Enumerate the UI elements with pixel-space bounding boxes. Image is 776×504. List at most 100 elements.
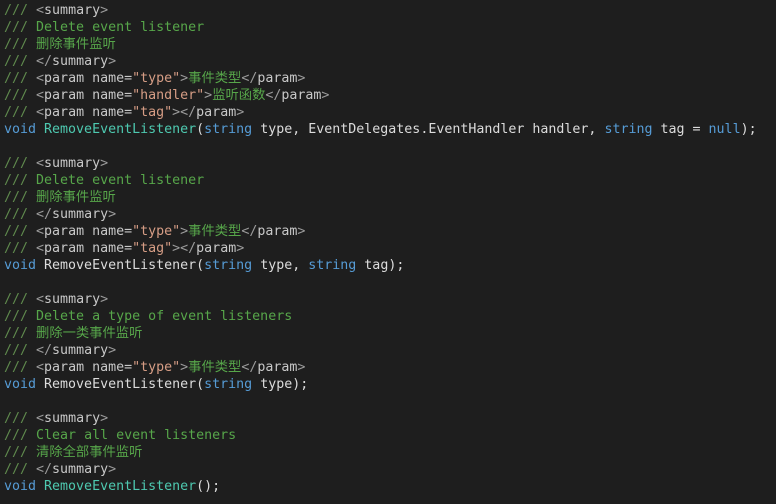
xml-tag-bracket: </	[265, 88, 282, 103]
xml-attribute-value: "handler"	[132, 88, 205, 103]
comment-text: 删除事件监听	[36, 37, 116, 52]
xml-tag-name: param name=	[44, 71, 133, 86]
xml-tag-bracket: >	[180, 71, 189, 86]
xml-tag-name: param name=	[44, 360, 133, 375]
code-line: void RemoveEventListener(string type, st…	[4, 257, 776, 274]
keyword: string	[308, 258, 357, 273]
code-line: void RemoveEventListener();	[4, 478, 776, 495]
method-name-highlight: RemoveEventListener	[44, 479, 197, 494]
xml-tag-bracket: </	[36, 54, 53, 69]
code-text: type,	[252, 258, 309, 273]
xml-attribute-value: "type"	[132, 71, 181, 86]
code-line: /// <summary>	[4, 155, 776, 172]
doc-comment-prefix: ///	[4, 343, 37, 358]
doc-comment-prefix: ///	[4, 360, 37, 375]
punctuation: );	[740, 122, 757, 137]
xml-tag-name: param name=	[44, 224, 133, 239]
xml-tag-name: summary	[44, 156, 101, 171]
code-line: /// </summary>	[4, 53, 776, 70]
doc-comment-prefix: ///	[4, 71, 37, 86]
xml-tag-bracket: <	[36, 156, 45, 171]
code-line: /// <param name="type">事件类型</param>	[4, 359, 776, 376]
keyword: void	[4, 122, 45, 137]
xml-tag-name: summary	[52, 462, 109, 477]
comment-text: 删除事件监听	[36, 190, 116, 205]
xml-tag-bracket: >	[204, 88, 213, 103]
comment-text: Delete event listener	[36, 20, 205, 35]
code-line: /// Delete event listener	[4, 19, 776, 36]
code-text: type	[252, 377, 293, 392]
code-text: RemoveEventListener	[44, 258, 197, 273]
doc-comment-prefix: ///	[4, 428, 37, 443]
xml-attribute-value: "type"	[132, 224, 181, 239]
doc-comment-prefix: ///	[4, 156, 37, 171]
code-line: /// 删除一类事件监听	[4, 325, 776, 342]
xml-tag-bracket: ></	[172, 241, 197, 256]
code-text: tag =	[652, 122, 709, 137]
xml-tag-bracket: >	[297, 360, 306, 375]
xml-tag-bracket: </	[241, 224, 258, 239]
doc-comment-prefix: ///	[4, 88, 37, 103]
code-line: /// Clear all event listeners	[4, 427, 776, 444]
xml-attribute-value: "type"	[132, 360, 181, 375]
doc-comment-prefix: ///	[4, 190, 37, 205]
doc-comment-prefix: ///	[4, 54, 37, 69]
xml-tag-bracket: >	[236, 241, 245, 256]
code-text: type, EventDelegates.EventHandler handle…	[252, 122, 605, 137]
xml-tag-name: param name=	[44, 88, 133, 103]
xml-tag-bracket: >	[108, 462, 117, 477]
code-line: /// </summary>	[4, 206, 776, 223]
code-line: /// <param name="tag"></param>	[4, 240, 776, 257]
xml-tag-name: summary	[52, 54, 109, 69]
xml-tag-name: param	[196, 105, 237, 120]
xml-tag-bracket: <	[36, 292, 45, 307]
xml-tag-bracket: </	[36, 462, 53, 477]
punctuation: ();	[196, 479, 221, 494]
xml-attribute-value: "tag"	[132, 105, 173, 120]
xml-tag-bracket: >	[180, 224, 189, 239]
code-text: RemoveEventListener	[44, 377, 197, 392]
keyword: null	[708, 122, 741, 137]
comment-text: 事件类型	[188, 360, 242, 375]
xml-tag-bracket: </	[241, 360, 258, 375]
comment-text: 监听函数	[212, 88, 266, 103]
doc-comment-prefix: ///	[4, 462, 37, 477]
xml-tag-bracket: >	[100, 411, 109, 426]
xml-tag-bracket: >	[180, 360, 189, 375]
xml-tag-bracket: >	[297, 71, 306, 86]
doc-comment-prefix: ///	[4, 241, 37, 256]
xml-tag-bracket: <	[36, 241, 45, 256]
xml-tag-name: param name=	[44, 105, 133, 120]
code-line: /// 删除事件监听	[4, 36, 776, 53]
xml-tag-bracket: >	[108, 207, 117, 222]
punctuation: (	[196, 258, 205, 273]
code-line: /// </summary>	[4, 461, 776, 478]
keyword: string	[204, 377, 253, 392]
xml-tag-bracket: <	[36, 3, 45, 18]
xml-tag-name: summary	[52, 207, 109, 222]
doc-comment-prefix: ///	[4, 3, 37, 18]
punctuation: );	[388, 258, 405, 273]
doc-comment-prefix: ///	[4, 105, 37, 120]
xml-tag-bracket: >	[321, 88, 330, 103]
xml-tag-bracket: >	[100, 3, 109, 18]
punctuation: );	[292, 377, 309, 392]
code-line: /// Delete a type of event listeners	[4, 308, 776, 325]
keyword: string	[204, 122, 253, 137]
code-line: /// <param name="handler">监听函数</param>	[4, 87, 776, 104]
xml-tag-name: param	[257, 224, 298, 239]
code-editor[interactable]: /// <summary>/// Delete event listener//…	[0, 0, 776, 504]
comment-text: 事件类型	[188, 224, 242, 239]
xml-tag-bracket: </	[36, 343, 53, 358]
doc-comment-prefix: ///	[4, 224, 37, 239]
keyword: void	[4, 377, 45, 392]
punctuation: (	[196, 122, 205, 137]
xml-tag-name: param	[257, 71, 298, 86]
xml-tag-bracket: >	[108, 343, 117, 358]
comment-text: Delete a type of event listeners	[36, 309, 293, 324]
code-line: /// 删除事件监听	[4, 189, 776, 206]
keyword: string	[204, 258, 253, 273]
